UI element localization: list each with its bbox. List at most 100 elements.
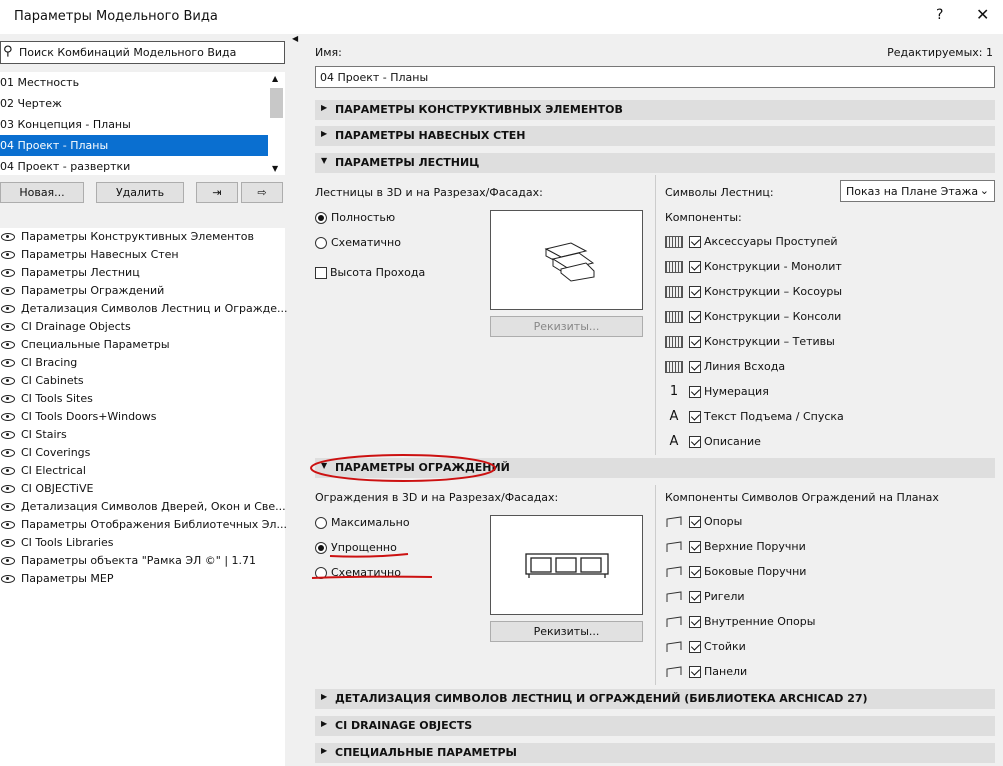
new-button[interactable]: Новая... [0,182,84,203]
section-header[interactable]: ▶ ПАРАМЕТРЫ КОНСТРУКТИВНЫХ ЭЛЕМЕНТОВ [315,100,995,120]
stair-component-checkbox[interactable]: 1 Нумерация [665,385,769,398]
railing-component-checkbox[interactable]: Боковые Поручни [665,565,806,578]
import-button[interactable]: ⇥ [196,182,238,203]
stair-component-icon [665,261,683,273]
tree-item[interactable]: CI Drainage Objects [0,320,131,338]
stair-component-checkbox[interactable]: Аксессуары Проступей [665,235,838,248]
eye-icon[interactable] [1,359,15,367]
eye-icon[interactable] [1,377,15,385]
tree-item[interactable]: Параметры Навесных Стен [0,248,179,266]
tree-item[interactable]: CI Tools Doors+Windows [0,410,157,428]
eye-icon[interactable] [1,341,15,349]
eye-icon[interactable] [1,557,15,565]
railing-component-checkbox[interactable]: Внутренние Опоры [665,615,815,628]
tree-item[interactable]: CI Coverings [0,446,90,464]
tree-item[interactable]: Параметры Конструктивных Элементов [0,230,254,248]
eye-icon[interactable] [1,449,15,457]
stair-component-checkbox[interactable]: Конструкции - Монолит [665,260,842,273]
section-header[interactable]: ▶ СПЕЦИАЛЬНЫЕ ПАРАМЕТРЫ [315,743,995,763]
stair-symbol-icon: A [669,409,679,424]
eye-icon[interactable] [1,305,15,313]
close-button[interactable]: ✕ [976,5,989,24]
tree-item[interactable]: Параметры Отображения Библиотечных Эл... [0,518,287,536]
section-header[interactable]: ▶ CI DRAINAGE OBJECTS [315,716,995,736]
railings-simple-radio[interactable]: Упрощенно [315,541,397,554]
tree-item[interactable]: Параметры MEP [0,572,113,590]
stairs-details-button[interactable]: Рекизиты... [490,316,643,337]
search-input[interactable]: ⚲ Поиск Комбинаций Модельного Вида [0,41,285,64]
window-title: Параметры Модельного Вида [14,9,218,24]
editable-count: Редактируемых: 1 [887,46,993,59]
railing-component-checkbox[interactable]: Верхние Поручни [665,540,806,553]
help-button[interactable]: ? [936,7,943,23]
eye-icon[interactable] [1,485,15,493]
tree-item[interactable]: CI Cabinets [0,374,84,392]
railing-component-checkbox[interactable]: Опоры [665,515,742,528]
stair-component-checkbox[interactable]: Конструкции – Консоли [665,310,841,323]
eye-icon[interactable] [1,395,15,403]
collapsed-arrow-icon: ▶ [321,129,328,138]
eye-icon[interactable] [1,503,15,511]
checkbox-label: Конструкции – Тетивы [704,335,835,348]
delete-button[interactable]: Удалить [96,182,184,203]
tree-item[interactable]: CI Stairs [0,428,67,446]
railing-component-checkbox[interactable]: Панели [665,665,747,678]
scroll-thumb[interactable] [270,88,283,118]
stair-component-checkbox[interactable]: Конструкции – Тетивы [665,335,835,348]
tree-item[interactable]: Параметры Ограждений [0,284,164,302]
eye-icon[interactable] [1,287,15,295]
stair-symbols-select[interactable]: Показ на Плане Этажа ⌄ [840,180,995,202]
combination-list[interactable]: 01 Местность 02 Чертеж 03 Концепция - План… [0,72,285,175]
eye-icon[interactable] [1,413,15,421]
section-header[interactable]: ▼ ПАРАМЕТРЫ ЛЕСТНИЦ [315,153,995,173]
eye-icon[interactable] [1,521,15,529]
stair-component-checkbox[interactable]: A Текст Подъема / Спуска [665,410,844,423]
section-header[interactable]: ▶ ДЕТАЛИЗАЦИЯ СИМВОЛОВ ЛЕСТНИЦ И ОГРАЖДЕН… [315,689,995,709]
eye-icon[interactable] [1,323,15,331]
stair-component-checkbox[interactable]: A Описание [665,435,761,448]
eye-icon[interactable] [1,251,15,259]
eye-icon[interactable] [1,233,15,241]
tree-item[interactable]: CI Tools Sites [0,392,93,410]
railing-component-checkbox[interactable]: Стойки [665,640,746,653]
combination-item[interactable]: 04 Проект - развертки [0,156,268,177]
panel-splitter[interactable]: ◀ [288,34,300,766]
combination-item[interactable]: 02 Чертеж [0,93,268,114]
eye-icon[interactable] [1,467,15,475]
eye-icon[interactable] [1,539,15,547]
tree-item[interactable]: Специальные Параметры [0,338,170,356]
section-title: ДЕТАЛИЗАЦИЯ СИМВОЛОВ ЛЕСТНИЦ И ОГРАЖДЕНИ… [335,692,868,705]
combination-item[interactable]: 04 Проект - Планы [0,135,268,156]
expanded-arrow-icon: ▼ [321,156,328,165]
stair-component-checkbox[interactable]: Конструкции – Косоуры [665,285,842,298]
tree-item[interactable]: CI Electrical [0,464,86,482]
combination-item[interactable]: 01 Местность [0,72,268,93]
railing-component-checkbox[interactable]: Ригели [665,590,745,603]
tree-item[interactable]: CI Bracing [0,356,77,374]
tree-item[interactable]: Детализация Символов Лестниц и Огражде..… [0,302,288,320]
section-railings[interactable]: ▼ ПАРАМЕТРЫ ОГРАЖДЕНИЙ [315,458,995,478]
railings-schematic-radio[interactable]: Схематично [315,566,401,579]
stair-component-checkbox[interactable]: Линия Всхода [665,360,785,373]
eye-icon[interactable] [1,269,15,277]
eye-icon[interactable] [1,575,15,583]
railings-details-button[interactable]: Рекизиты... [490,621,643,642]
section-header[interactable]: ▶ ПАРАМЕТРЫ НАВЕСНЫХ СТЕН [315,126,995,146]
headroom-checkbox[interactable]: Высота Прохода [315,266,425,279]
tree-item[interactable]: Параметры объекта "Рамка ЭЛ ©" | 1.71 [0,554,256,572]
railings-max-radio[interactable]: Максимально [315,516,410,529]
combination-item[interactable]: 03 Концепция - Планы [0,114,268,135]
tree-item[interactable]: CI OBJECTiVE [0,482,93,500]
tree-item[interactable]: Детализация Символов Дверей, Окон и Све.… [0,500,286,518]
name-field[interactable]: 04 Проект - Планы [315,66,995,88]
stair-symbols-label: Символы Лестниц: [665,186,774,199]
tree-item[interactable]: Параметры Лестниц [0,266,140,284]
eye-icon[interactable] [1,431,15,439]
tree-item-label: Детализация Символов Лестниц и Огражде..… [21,302,288,315]
stairs-schematic-radio[interactable]: Схематично [315,236,401,249]
export-button[interactable]: ⇨ [241,182,283,203]
tree-item-label: Параметры объекта "Рамка ЭЛ ©" | 1.71 [21,554,257,567]
checkbox-label: Внутренние Опоры [704,615,816,628]
tree-item[interactable]: CI Tools Libraries [0,536,114,554]
stairs-full-radio[interactable]: Полностью [315,211,395,224]
